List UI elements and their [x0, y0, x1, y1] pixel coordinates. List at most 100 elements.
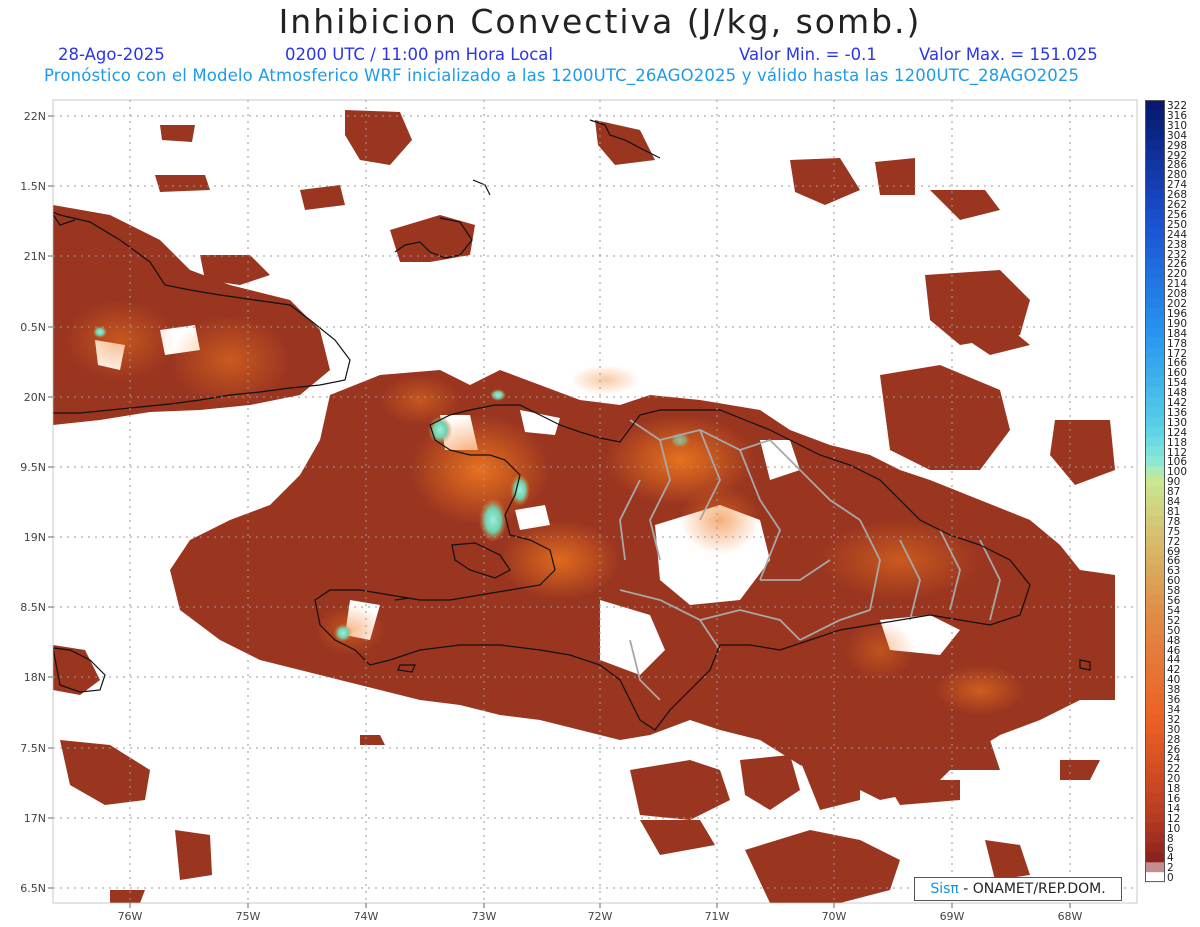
- colorbar-swatch: [1145, 753, 1165, 764]
- colorbar-swatch: [1145, 466, 1165, 477]
- colorbar-swatch: [1145, 436, 1165, 447]
- colorbar-swatch: [1145, 832, 1165, 843]
- colorbar-swatch: [1145, 872, 1165, 883]
- lat-label: 19N: [24, 531, 46, 544]
- colorbar-label: 0: [1167, 872, 1174, 885]
- colorbar-swatch: [1145, 337, 1165, 348]
- colorbar-swatch: [1145, 842, 1165, 853]
- colorbar-swatch: [1145, 298, 1165, 309]
- credit-box: Sisπ - ONAMET/REP.DOM.: [914, 877, 1122, 901]
- colorbar-swatch: [1145, 595, 1165, 606]
- colorbar-swatch: [1145, 743, 1165, 754]
- colorbar-swatch: [1145, 456, 1165, 467]
- colorbar-swatch: [1145, 367, 1165, 378]
- max-value: Valor Max. = 151.025: [919, 45, 1098, 64]
- colorbar: [1145, 100, 1165, 883]
- colorbar-swatch: [1145, 387, 1165, 398]
- colorbar-swatch: [1145, 852, 1165, 863]
- colorbar-swatch: [1145, 624, 1165, 636]
- lat-label: 8.5N: [20, 601, 46, 614]
- lat-label: 22N: [24, 110, 46, 123]
- colorbar-swatch: [1145, 159, 1165, 170]
- colorbar-swatch: [1145, 357, 1165, 368]
- colorbar-swatch: [1145, 862, 1165, 873]
- colorbar-swatch: [1145, 377, 1165, 388]
- colorbar-swatch: [1145, 733, 1165, 744]
- colorbar-swatch: [1145, 505, 1165, 517]
- lat-label: 20N: [24, 391, 46, 404]
- colorbar-swatch: [1145, 634, 1165, 645]
- colorbar-swatch: [1145, 684, 1165, 695]
- colorbar-swatch: [1145, 406, 1165, 418]
- colorbar-swatch: [1145, 723, 1165, 735]
- colorbar-swatch: [1145, 822, 1165, 834]
- colorbar-swatch: [1145, 654, 1165, 665]
- colorbar-swatch: [1145, 575, 1165, 586]
- colorbar-swatch: [1145, 703, 1165, 715]
- colorbar-swatch: [1145, 397, 1165, 408]
- lat-label: 21N: [24, 250, 46, 263]
- colorbar-swatch: [1145, 278, 1165, 289]
- colorbar-swatch: [1145, 604, 1165, 616]
- colorbar-swatch: [1145, 812, 1165, 824]
- lon-label: 76W: [118, 910, 143, 923]
- colorbar-swatch: [1145, 317, 1165, 329]
- lon-label: 72W: [588, 910, 613, 923]
- colorbar-swatch: [1145, 327, 1165, 339]
- lon-label: 71W: [705, 910, 730, 923]
- colorbar-swatch: [1145, 802, 1165, 814]
- colorbar-swatch: [1145, 793, 1165, 804]
- colorbar-swatch: [1145, 773, 1165, 784]
- forecast-time: 0200 UTC / 11:00 pm Hora Local: [285, 45, 553, 64]
- colorbar-swatch: [1145, 585, 1165, 596]
- colorbar-swatch: [1145, 109, 1165, 121]
- colorbar-swatch: [1145, 694, 1165, 705]
- colorbar-swatch: [1145, 525, 1165, 537]
- colorbar-swatch: [1145, 476, 1165, 487]
- forecast-date: 28-Ago-2025: [58, 45, 165, 64]
- lat-label: 0.5N: [20, 321, 46, 334]
- colorbar-swatch: [1145, 555, 1165, 566]
- cin-field: [53, 110, 1115, 903]
- lat-label: 18N: [24, 671, 46, 684]
- colorbar-swatch: [1145, 139, 1165, 150]
- cin-map: 22N 1.5N 21N 0.5N 20N 9.5N 19N 8.5N 18N …: [20, 99, 1138, 923]
- lon-label: 75W: [236, 910, 261, 923]
- lat-label: 7.5N: [20, 742, 46, 755]
- lat-label: 17N: [24, 812, 46, 825]
- colorbar-swatch: [1145, 416, 1165, 428]
- colorbar-swatch: [1145, 783, 1165, 794]
- credit-brand: Sisπ: [930, 881, 959, 897]
- colorbar-swatch: [1145, 268, 1165, 279]
- colorbar-swatch: [1145, 208, 1165, 220]
- lat-label: 6.5N: [20, 882, 46, 895]
- colorbar-swatch: [1145, 713, 1165, 725]
- colorbar-swatch: [1145, 763, 1165, 774]
- colorbar-swatch: [1145, 446, 1165, 457]
- lat-label: 9.5N: [20, 461, 46, 474]
- min-value: Valor Min. = -0.1: [739, 45, 877, 64]
- colorbar-swatch: [1145, 535, 1165, 546]
- colorbar-swatch: [1145, 258, 1165, 269]
- colorbar-swatch: [1145, 288, 1165, 299]
- colorbar-swatch: [1145, 238, 1165, 249]
- colorbar-swatch: [1145, 149, 1165, 160]
- colorbar-swatch: [1145, 347, 1165, 358]
- colorbar-swatch: [1145, 565, 1165, 576]
- lat-label: 1.5N: [20, 180, 46, 193]
- credit-text: - ONAMET/REP.DOM.: [958, 881, 1106, 897]
- colorbar-swatch: [1145, 179, 1165, 190]
- lon-label: 69W: [940, 910, 965, 923]
- lon-label: 74W: [354, 910, 379, 923]
- colorbar-swatch: [1145, 129, 1165, 141]
- lon-label: 73W: [472, 910, 497, 923]
- colorbar-swatch: [1145, 307, 1165, 319]
- colorbar-swatch: [1145, 664, 1165, 675]
- colorbar-swatch: [1145, 119, 1165, 131]
- colorbar-swatch: [1145, 100, 1165, 111]
- colorbar-swatch: [1145, 496, 1165, 507]
- colorbar-swatch: [1145, 515, 1165, 527]
- colorbar-swatch: [1145, 644, 1165, 655]
- colorbar-swatch: [1145, 545, 1165, 556]
- lon-label: 70W: [822, 910, 847, 923]
